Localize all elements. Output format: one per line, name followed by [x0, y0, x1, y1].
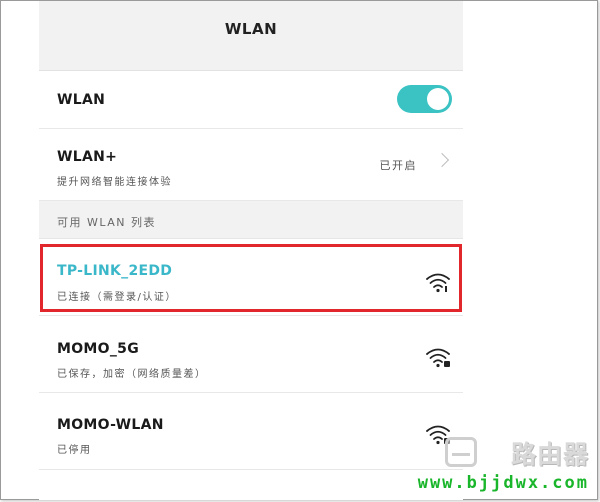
site-watermark: 路由器 www.bjjdwx.com	[418, 433, 589, 493]
network-status: 已保存，加密（网络质量差）	[57, 369, 207, 380]
watermark-brand: 路由器	[510, 440, 589, 469]
header-gap	[39, 56, 463, 71]
wlan-plus-status: 已开启	[379, 159, 417, 172]
network-status: 已停用	[57, 445, 92, 456]
wlan-plus-row[interactable]: WLAN+ 提升网络智能连接体验 已开启	[39, 129, 463, 201]
wlan-plus-label: WLAN+	[57, 149, 118, 165]
network-ssid: TP-LINK_2EDD	[57, 263, 173, 279]
wifi-signal-icon	[426, 273, 450, 293]
network-item-tp-link-2edd[interactable]: TP-LINK_2EDD 已连接（需登录/认证）	[39, 239, 463, 316]
title-bar: WLAN	[39, 1, 463, 56]
wlan-settings-screen: WLAN WLAN WLAN+ 提升网络智能连接体验 已开启 可用 WLAN 列…	[39, 1, 463, 500]
network-status: 已连接（需登录/认证）	[57, 292, 177, 303]
network-item-momo-wlan[interactable]: MOMO-WLAN 已停用	[39, 393, 463, 470]
screenshot-frame: WLAN WLAN WLAN+ 提升网络智能连接体验 已开启 可用 WLAN 列…	[0, 0, 598, 500]
wlan-plus-description: 提升网络智能连接体验	[57, 177, 172, 188]
router-logo-icon	[445, 437, 477, 467]
wlan-switch[interactable]	[397, 85, 452, 113]
wlan-toggle-row[interactable]: WLAN	[39, 71, 463, 129]
network-ssid: MOMO_5G	[57, 341, 139, 357]
switch-knob	[427, 88, 449, 110]
page-title: WLAN	[224, 19, 278, 38]
chevron-right-icon	[434, 152, 450, 168]
available-networks-header: 可用 WLAN 列表	[39, 201, 463, 239]
network-item-momo-5g[interactable]: MOMO_5G 已保存，加密（网络质量差）	[39, 316, 463, 393]
network-ssid: MOMO-WLAN	[57, 417, 164, 433]
wifi-signal-locked-icon	[426, 348, 450, 368]
wlan-label: WLAN	[57, 92, 106, 108]
watermark-url: www.bjjdwx.com	[417, 473, 589, 493]
section-label: 可用 WLAN 列表	[57, 216, 157, 229]
